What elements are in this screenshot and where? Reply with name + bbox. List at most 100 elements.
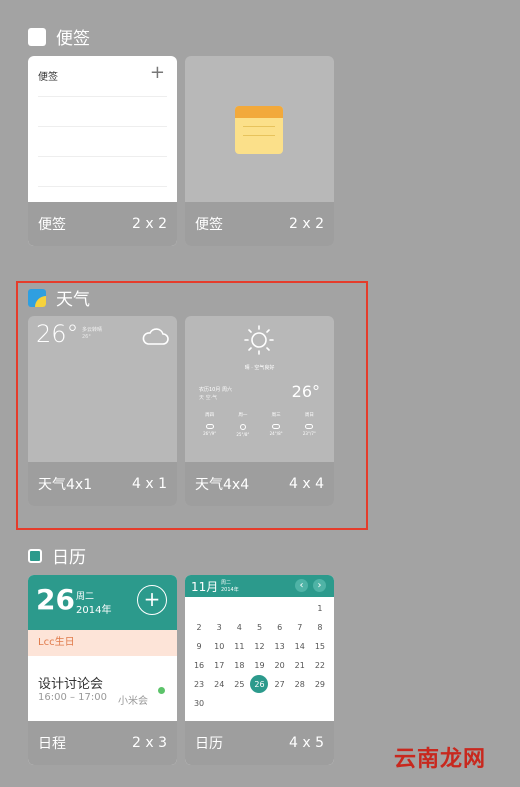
calendar-day[interactable]: 18 xyxy=(230,656,248,674)
event-time: 16:00 – 17:00 xyxy=(38,692,107,703)
calendar-day[interactable]: 10 xyxy=(210,637,228,655)
cloud-icon xyxy=(205,424,214,429)
birthday-banner[interactable]: Lcc生日 xyxy=(28,630,177,656)
forecast-day: 周一 25°/8° xyxy=(236,413,250,437)
calendar-day[interactable]: 1 xyxy=(311,599,329,617)
weather-section-header: 天气 xyxy=(28,285,90,310)
widget-name: 便签 xyxy=(38,217,66,233)
calendar-day[interactable]: 14 xyxy=(291,637,309,655)
calendar-grid: 1 2 3 4 5 6 7 8 9 10 11 12 13 14 15 16 17 18 19 20 21 22 23 24 2… xyxy=(189,599,330,713)
calendar-week-row: 9 10 11 12 13 14 15 xyxy=(189,637,330,656)
calendar-day[interactable]: 30 xyxy=(190,694,208,712)
calendar-year: 2014年 xyxy=(221,587,239,593)
weather-widget-4x4[interactable]: 晴 · 空气良好 农历10月 周六 天 空·气 26° 周四 26°/9° 周一… xyxy=(185,316,334,506)
widget-name: 天气4x1 xyxy=(38,477,93,493)
calendar-widget-4x5[interactable]: 11月 周二 2014年 ‹ › 1 2 3 4 5 6 7 8 9 10 11 12 13 14 15 16… xyxy=(185,575,334,765)
notes-widget-2x2[interactable]: 便签 + 便签 2 x 2 xyxy=(28,56,177,246)
calendar-day[interactable]: 21 xyxy=(291,656,309,674)
calendar-week-row: 23 24 25 26 27 28 29 xyxy=(189,675,330,694)
weather-4x4-footer: 天气4x4 4 x 4 xyxy=(185,462,334,506)
widget-size: 2 x 2 xyxy=(132,216,167,232)
calendar-section-header: 日历 xyxy=(28,543,86,568)
calendar-day[interactable]: 15 xyxy=(311,637,329,655)
calendar-day[interactable]: 16 xyxy=(190,656,208,674)
weather-sub-line: 天 空·气 xyxy=(199,395,218,401)
calendar-day[interactable]: 27 xyxy=(271,675,289,693)
event-title[interactable]: 设计讨论会 xyxy=(38,673,103,692)
notes-widget-footer: 便签 2 x 2 xyxy=(28,202,177,246)
calendar-day xyxy=(190,599,208,617)
calendar-day xyxy=(311,694,329,712)
calendar-day[interactable]: 23 xyxy=(190,675,208,693)
forecast-day: 周三 24°/8° xyxy=(269,413,283,436)
widget-size: 4 x 1 xyxy=(132,476,167,492)
add-event-button[interactable]: + xyxy=(137,585,167,615)
calendar-day[interactable]: 19 xyxy=(250,656,268,674)
calendar-day[interactable]: 26 xyxy=(250,675,269,693)
forecast-day: 周四 26°/9° xyxy=(203,413,217,436)
calendar-day[interactable]: 4 xyxy=(230,618,248,636)
notes-section-title: 便签 xyxy=(56,29,90,49)
calendar-day[interactable]: 12 xyxy=(250,637,268,655)
calendar-week-row: 1 xyxy=(189,599,330,618)
calendar-day[interactable]: 13 xyxy=(271,637,289,655)
weather-app-icon xyxy=(28,288,46,307)
calendar-day[interactable]: 22 xyxy=(311,656,329,674)
calendar-day[interactable]: 9 xyxy=(190,637,208,655)
watermark: 云南龙网 xyxy=(393,747,486,772)
calendar-day xyxy=(291,694,309,712)
cloud-icon xyxy=(142,328,169,345)
calendar-day[interactable]: 17 xyxy=(210,656,228,674)
sun-icon xyxy=(239,424,246,430)
next-month-button[interactable]: › xyxy=(313,579,326,592)
agenda-header: 26 周二 2014年 + xyxy=(28,575,177,630)
notes-app-icon xyxy=(28,27,46,46)
weather-detail-sub: 26° xyxy=(82,334,91,340)
calendar-day[interactable]: 11 xyxy=(230,637,248,655)
calendar-week-row: 2345678 xyxy=(189,618,330,637)
calendar-day[interactable]: 25 xyxy=(230,675,248,693)
weather-date-line: 农历10月 周六 xyxy=(199,387,232,393)
calendar-day[interactable]: 3 xyxy=(210,618,228,636)
widget-name: 日程 xyxy=(38,736,66,752)
calendar-day[interactable]: 6 xyxy=(271,618,289,636)
agenda-widget-2x3[interactable]: 26 周二 2014年 + Lcc生日 设计讨论会 16:00 – 17:00 … xyxy=(28,575,177,765)
prev-month-button[interactable]: ‹ xyxy=(295,579,308,592)
agenda-widget-footer: 日程 2 x 3 xyxy=(28,721,177,765)
calendar-app-icon xyxy=(28,548,42,563)
calendar-day xyxy=(230,694,248,712)
calendar-day[interactable]: 24 xyxy=(210,675,228,693)
calendar-day xyxy=(210,694,228,712)
calendar-weekday: 周二 xyxy=(221,580,232,586)
calendar-day[interactable]: 8 xyxy=(311,618,329,636)
calendar-day[interactable]: 7 xyxy=(291,618,309,636)
widget-size: 4 x 5 xyxy=(289,735,324,751)
agenda-year: 2014年 xyxy=(76,605,112,616)
calendar-day[interactable]: 5 xyxy=(250,618,268,636)
calendar-day xyxy=(291,599,309,617)
calendar-day[interactable]: 2 xyxy=(190,618,208,636)
calendar-widget-footer: 日历 4 x 5 xyxy=(185,721,334,765)
weather-detail: 多云转晴 xyxy=(82,327,103,333)
notes-icon-widget-footer: 便签 2 x 2 xyxy=(185,202,334,246)
weather-widget-4x1[interactable]: 26° 多云转晴 26° 天气4x1 4 x 1 xyxy=(28,316,177,506)
sun-icon xyxy=(244,325,274,355)
calendar-day[interactable]: 20 xyxy=(271,656,289,674)
weather-4x4-temp: 26° xyxy=(291,382,320,401)
note-icon xyxy=(235,106,283,154)
calendar-day[interactable]: 28 xyxy=(291,675,309,693)
calendar-day[interactable]: 29 xyxy=(311,675,329,693)
notes-add-icon[interactable]: + xyxy=(150,62,165,83)
widget-name: 日历 xyxy=(195,736,223,752)
calendar-week-row: 30 xyxy=(189,694,330,713)
weather-4x1-footer: 天气4x1 4 x 1 xyxy=(28,462,177,506)
agenda-day: 26 xyxy=(36,583,75,616)
forecast-day: 周日 23°/7° xyxy=(302,413,316,436)
widget-size: 2 x 2 xyxy=(289,216,324,232)
calendar-month: 11月 xyxy=(191,580,219,594)
notes-widget-header: 便签 xyxy=(38,72,58,83)
event-status-dot xyxy=(158,687,165,694)
notes-widget-icon-2x2[interactable]: 便签 2 x 2 xyxy=(185,56,334,246)
event-place: 小米会 xyxy=(118,696,148,707)
calendar-day xyxy=(250,694,268,712)
